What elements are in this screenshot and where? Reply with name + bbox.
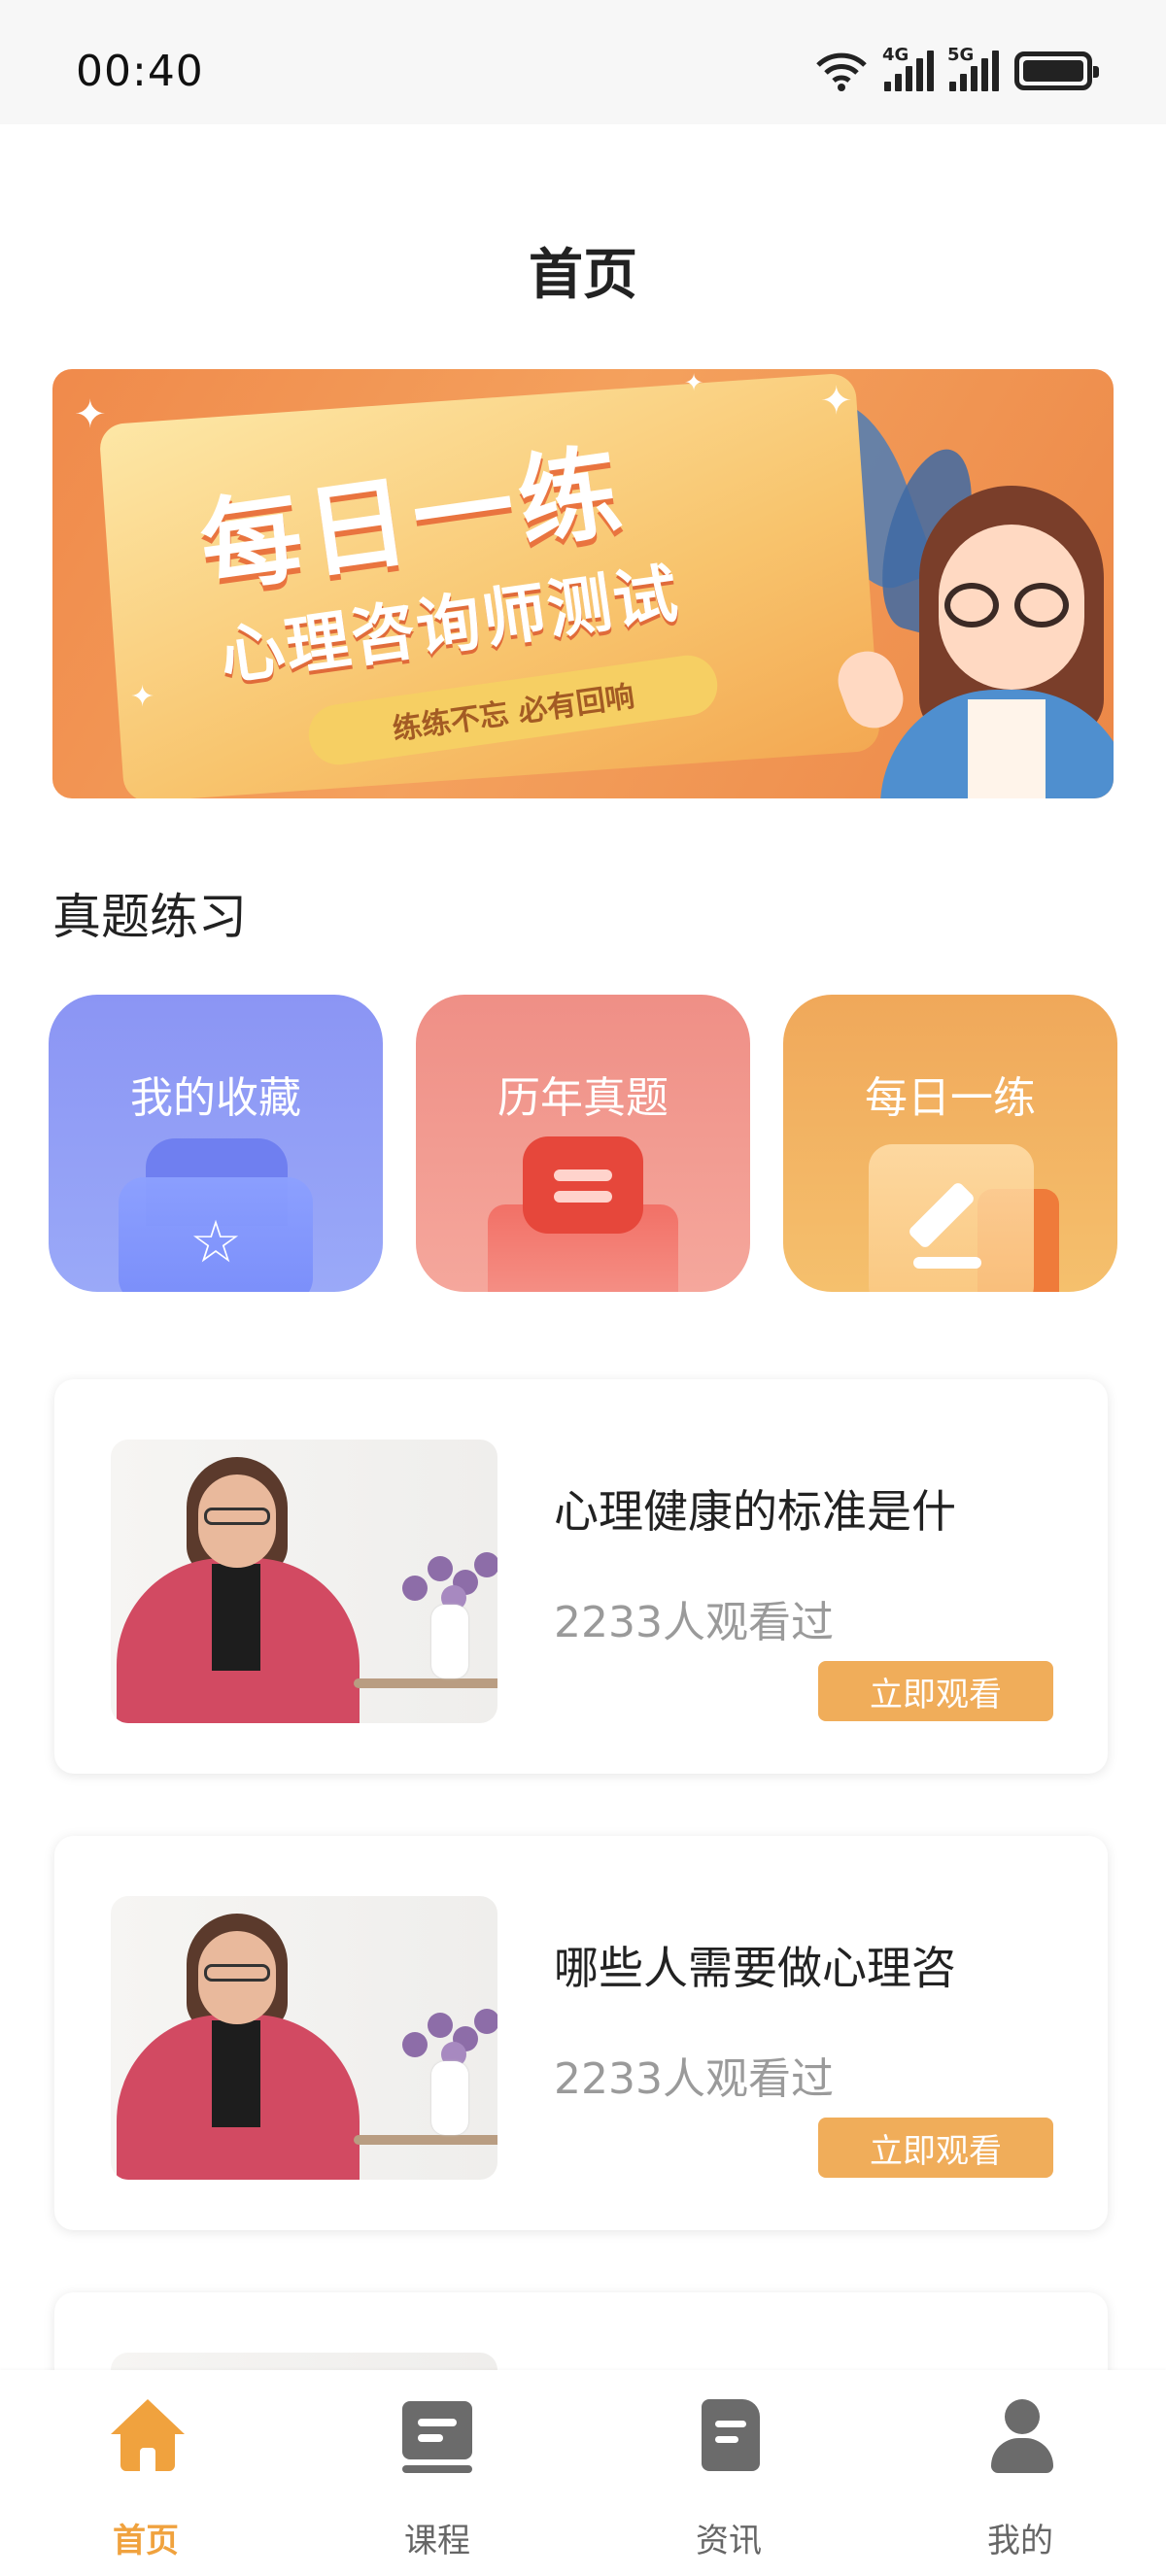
course-thumbnail: [111, 1440, 497, 1723]
nav-profile[interactable]: 我的: [923, 2397, 1117, 2562]
promo-banner[interactable]: ✦ ✦ ✦ ✦ 每日一练 心理咨询师测试 练练不忘 必有回响: [52, 369, 1114, 798]
nav-news-label: 资讯: [696, 2522, 762, 2560]
course-thumbnail: [111, 1896, 497, 2180]
banner-illustration: [822, 486, 1114, 798]
course-card[interactable]: 哪些人需要做心理咨 2233人观看过 立即观看: [54, 1836, 1108, 2230]
course-icon: [402, 2397, 472, 2475]
nav-course[interactable]: 课程: [340, 2397, 534, 2562]
watch-now-button[interactable]: 立即观看: [818, 1661, 1053, 1721]
network-5g-label: 5G: [947, 45, 975, 65]
past-exams-card[interactable]: 历年真题: [416, 995, 750, 1292]
note-edit-icon: [869, 1144, 1034, 1292]
signal-4g-icon: 4G: [882, 45, 934, 91]
watch-now-button[interactable]: 立即观看: [818, 2118, 1053, 2178]
course-views: 2233人观看过: [554, 2054, 834, 2104]
course-title: 心理健康的标准是什: [554, 1485, 956, 1538]
course-card[interactable]: 心理健康的标准是什 2233人观看过 立即观看: [54, 1379, 1108, 1774]
battery-icon: [1014, 51, 1099, 90]
document-icon: [523, 1136, 643, 1234]
wifi-icon: [816, 52, 867, 91]
signal-5g-icon: 5G: [947, 45, 999, 91]
network-4g-label: 4G: [882, 45, 909, 65]
nav-news[interactable]: 资讯: [632, 2397, 826, 2562]
home-icon: [111, 2397, 185, 2475]
status-time: 00:40: [76, 47, 204, 96]
pen-icon: [907, 1180, 977, 1250]
favorites-label: 我的收藏: [130, 1073, 301, 1123]
nav-home[interactable]: 首页: [49, 2397, 243, 2562]
nav-home-label: 首页: [113, 2522, 179, 2560]
star-icon: ☆: [189, 1208, 242, 1276]
past-exams-label: 历年真题: [497, 1073, 669, 1123]
profile-icon: [985, 2397, 1055, 2475]
status-bar: 00:40 4G 5G: [0, 0, 1166, 124]
bottom-nav: 首页 课程 资讯 我的: [0, 2370, 1166, 2576]
nav-profile-label: 我的: [987, 2522, 1053, 2560]
course-title: 哪些人需要做心理咨: [554, 1942, 956, 1994]
favorites-card[interactable]: 我的收藏 ☆: [49, 995, 383, 1292]
daily-practice-card[interactable]: 每日一练: [783, 995, 1117, 1292]
page-title: 首页: [529, 244, 637, 307]
news-icon: [694, 2397, 764, 2475]
course-views: 2233人观看过: [554, 1598, 834, 1647]
nav-course-label: 课程: [404, 2522, 470, 2560]
status-icons: 4G 5G: [814, 45, 1099, 95]
section-title: 真题练习: [52, 889, 247, 945]
daily-practice-label: 每日一练: [865, 1073, 1036, 1123]
